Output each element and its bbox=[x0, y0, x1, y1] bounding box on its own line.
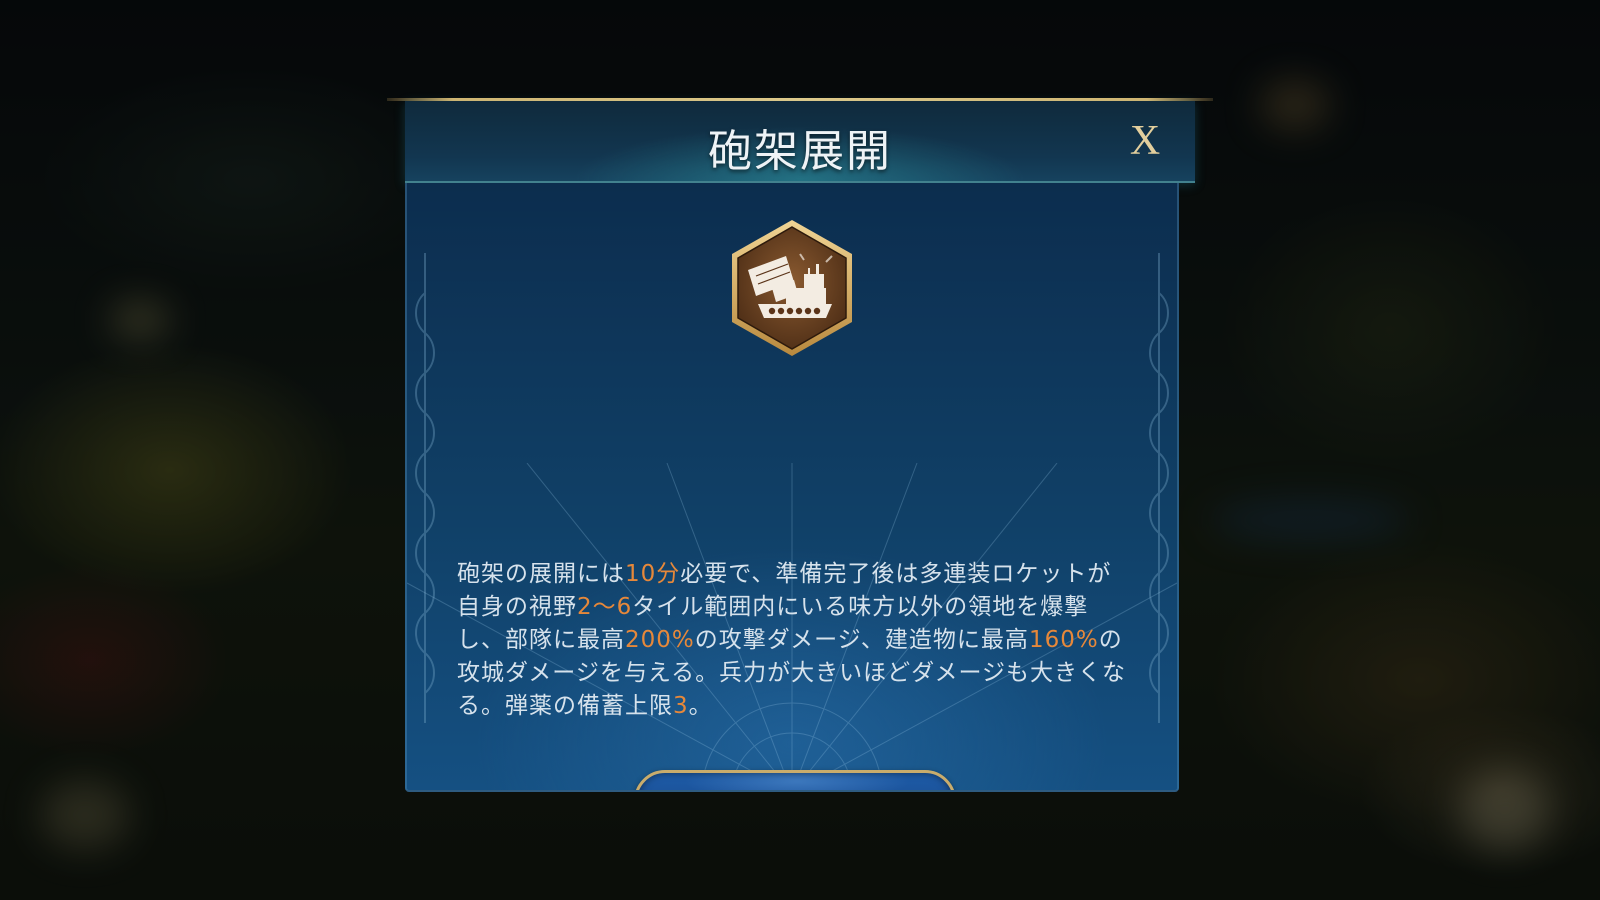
highlighted-value: 3 bbox=[673, 693, 689, 719]
highlighted-value: 160% bbox=[1028, 627, 1099, 653]
highlighted-value: 10分 bbox=[625, 561, 681, 587]
rocket-launcher-vehicle-icon bbox=[732, 220, 852, 356]
dialog-body: 砲架の展開には10分必要で、準備完了後は多連装ロケットが自身の視野2～6タイル範… bbox=[405, 183, 1179, 792]
highlighted-value: 2～6 bbox=[577, 594, 633, 620]
dialog-title: 砲架展開 bbox=[708, 126, 892, 177]
dialog-header: 砲架展開 X bbox=[405, 101, 1195, 183]
use-button[interactable]: 使用 bbox=[634, 770, 956, 790]
highlighted-value: 200% bbox=[625, 627, 695, 653]
description-text: 。 bbox=[688, 693, 713, 719]
skill-description: 砲架の展開には10分必要で、準備完了後は多連装ロケットが自身の視野2～6タイル範… bbox=[457, 558, 1127, 723]
skill-dialog: 砲架展開 X 砲架の展開には10分必要で、準備完了後は多連装ロケットが自身の視野… bbox=[387, 98, 1213, 800]
use-button-label: 使用 bbox=[637, 785, 953, 790]
description-text: 砲架の展開には bbox=[457, 561, 625, 587]
close-button[interactable]: X bbox=[1123, 119, 1167, 163]
description-text: の攻撃ダメージ、建造物に最高 bbox=[694, 627, 1029, 653]
